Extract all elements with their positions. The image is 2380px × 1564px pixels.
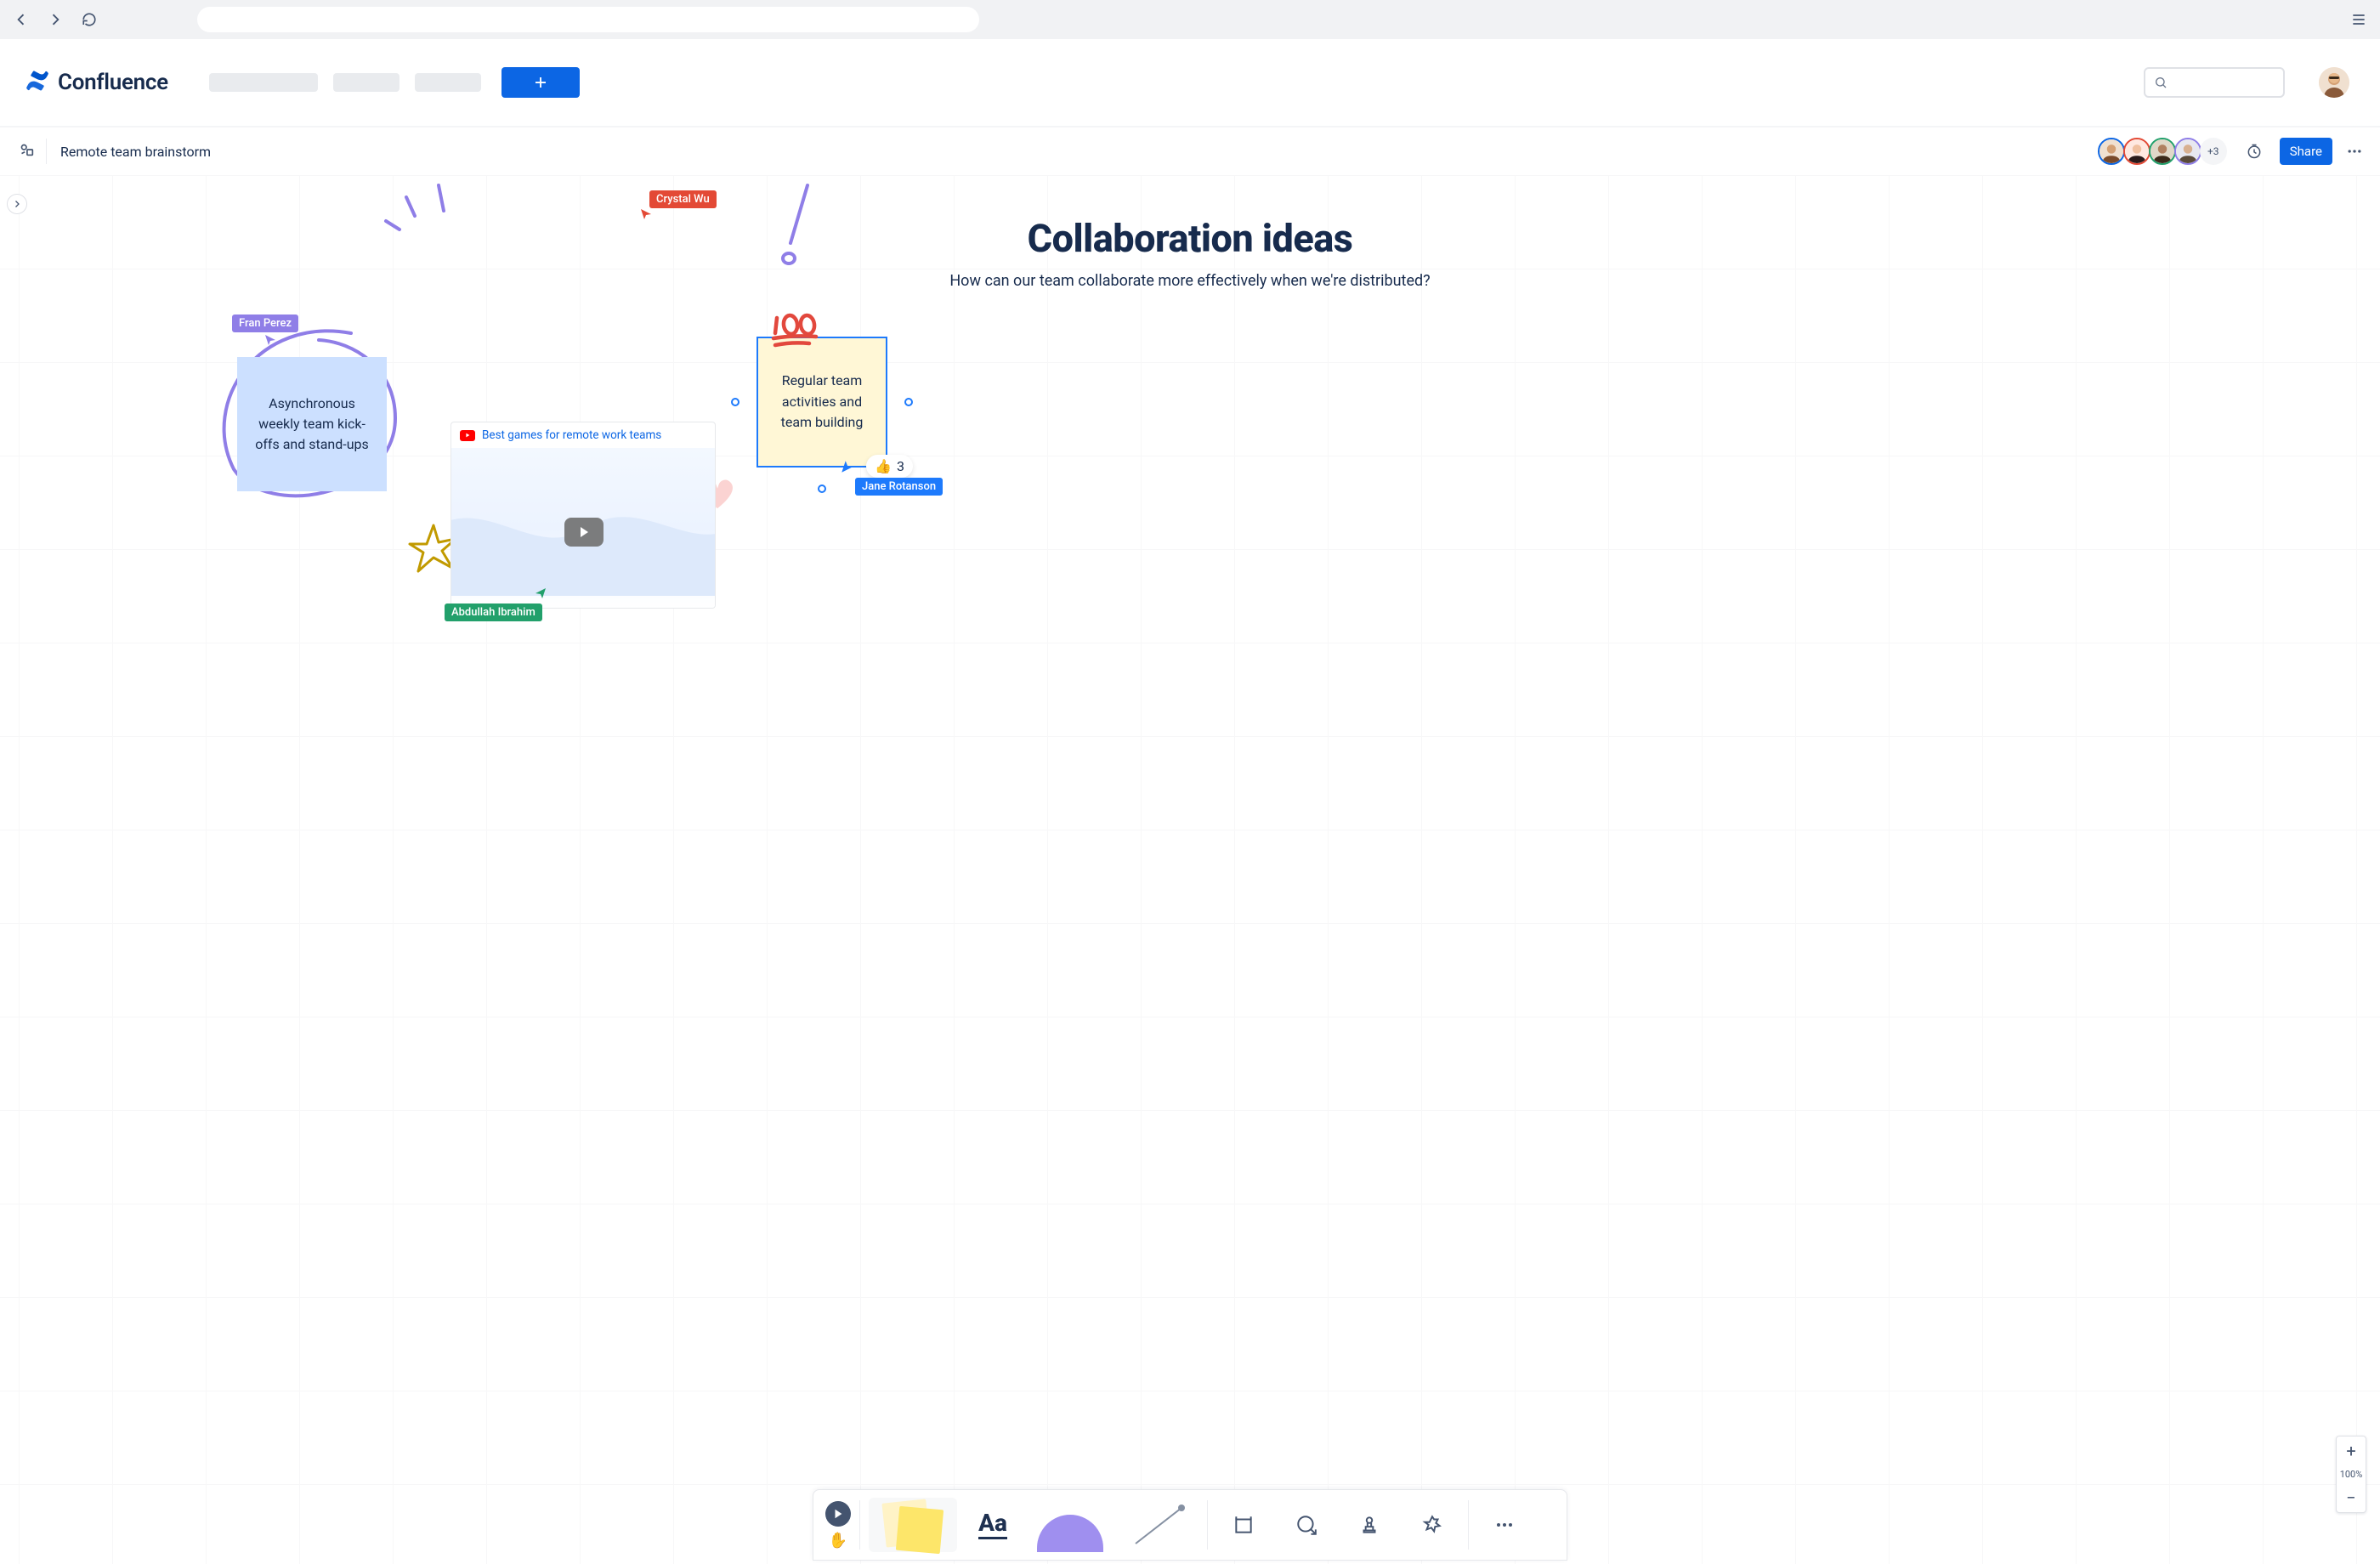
presence-avatar[interactable] <box>2123 138 2150 165</box>
url-bar[interactable] <box>197 7 979 32</box>
whiteboard-canvas[interactable]: Collaboration ideas How can our team col… <box>0 175 2380 1564</box>
pointer-tool-icon[interactable] <box>825 1501 851 1527</box>
nav-placeholder[interactable] <box>415 73 481 92</box>
line-icon <box>1129 1499 1190 1550</box>
search-icon <box>2154 76 2168 89</box>
search-input[interactable] <box>2144 67 2285 98</box>
forward-icon[interactable] <box>44 8 66 31</box>
sticker-tool[interactable] <box>1405 1498 1459 1552</box>
cursor-arrow-icon <box>534 586 547 604</box>
presence-avatar[interactable] <box>2149 138 2176 165</box>
app-header: Confluence <box>0 39 2380 126</box>
video-thumbnail <box>451 448 715 609</box>
rays-doodle-icon <box>377 182 452 245</box>
hundred-sticker-icon <box>768 313 824 352</box>
thumbs-up-icon: 👍 <box>875 458 892 474</box>
sparkle-badge-icon <box>1421 1514 1443 1536</box>
presence-avatar[interactable] <box>2098 138 2125 165</box>
cursor-tag-abdullah: Abdullah Ibrahim <box>445 604 542 621</box>
exclamation-doodle-icon <box>774 182 816 270</box>
create-button[interactable] <box>502 67 580 98</box>
globe-arrow-icon <box>1295 1514 1318 1536</box>
canvas-heading: Collaboration ideas <box>1028 216 1353 261</box>
hand-tool-icon[interactable]: ✋ <box>829 1532 847 1550</box>
doc-header: Remote team brainstorm +3 Share <box>0 128 2380 175</box>
zoom-value: 100% <box>2340 1465 2363 1483</box>
reaction-count: 3 <box>897 458 904 474</box>
video-title: Best games for remote work teams <box>482 428 661 442</box>
semicircle-icon <box>1037 1498 1103 1552</box>
presence-stack: +3 <box>2100 138 2227 165</box>
frame-icon <box>1232 1514 1255 1536</box>
nav-placeholder[interactable] <box>333 73 400 92</box>
play-icon[interactable] <box>564 518 604 547</box>
zoom-in-button[interactable]: + <box>2337 1436 2366 1465</box>
stamp-icon <box>1358 1514 1380 1536</box>
whiteboard-toolbar: ✋ Aa <box>813 1489 1567 1561</box>
text-tool[interactable]: Aa <box>966 1498 1020 1552</box>
video-embed[interactable]: Best games for remote work teams <box>450 422 716 609</box>
confluence-icon <box>26 69 49 96</box>
zoom-out-button[interactable]: − <box>2337 1483 2366 1512</box>
smart-tool[interactable] <box>1279 1498 1334 1552</box>
canvas-subtitle: How can our team collaborate more effect… <box>949 272 1430 290</box>
presence-avatar[interactable] <box>2174 138 2202 165</box>
template-tool[interactable] <box>1216 1498 1271 1552</box>
selection-handle[interactable] <box>731 398 740 406</box>
presence-overflow[interactable]: +3 <box>2200 138 2227 165</box>
sticky-yellow-group: Regular team activities and team buildin… <box>756 337 887 468</box>
cursor-arrow-icon <box>840 459 855 478</box>
selection-handle[interactable] <box>904 398 913 406</box>
sticky-tool[interactable] <box>869 1498 957 1552</box>
page-title: Remote team brainstorm <box>60 144 211 160</box>
nav-placeholder[interactable] <box>209 73 318 92</box>
sticky-note-yellow[interactable]: Regular team activities and team buildin… <box>756 337 887 468</box>
hamburger-icon[interactable] <box>2348 8 2370 31</box>
cursor-tag-crystal: Crystal Wu <box>649 190 717 208</box>
sticky-thumb-icon <box>877 1499 949 1550</box>
cursor-tag-jane: Jane Rotanson <box>855 478 943 496</box>
refresh-icon[interactable] <box>78 8 100 31</box>
selection-handle[interactable] <box>818 484 826 493</box>
shape-tool[interactable] <box>1028 1498 1112 1552</box>
expand-sidebar-icon[interactable] <box>7 194 27 214</box>
cursor-arrow-icon <box>639 207 653 224</box>
line-tool[interactable] <box>1120 1498 1198 1552</box>
whiteboard-icon <box>17 140 36 162</box>
toolbar-more-icon[interactable] <box>1477 1498 1532 1552</box>
sticky-note-blue[interactable]: Asynchronous weekly team kick-offs and s… <box>237 357 387 491</box>
back-icon[interactable] <box>10 8 32 31</box>
avatar[interactable] <box>2319 67 2349 98</box>
reaction-thumbs[interactable]: 👍 3 <box>866 455 913 478</box>
share-button[interactable]: Share <box>2280 138 2332 165</box>
timer-icon[interactable] <box>2241 138 2268 165</box>
app-name: Confluence <box>58 70 168 95</box>
stamp-tool[interactable] <box>1342 1498 1397 1552</box>
browser-chrome <box>0 0 2380 39</box>
confluence-logo[interactable]: Confluence <box>26 69 168 96</box>
zoom-controls: + 100% − <box>2336 1436 2366 1513</box>
youtube-icon <box>460 430 475 441</box>
more-actions-icon[interactable] <box>2341 138 2368 165</box>
